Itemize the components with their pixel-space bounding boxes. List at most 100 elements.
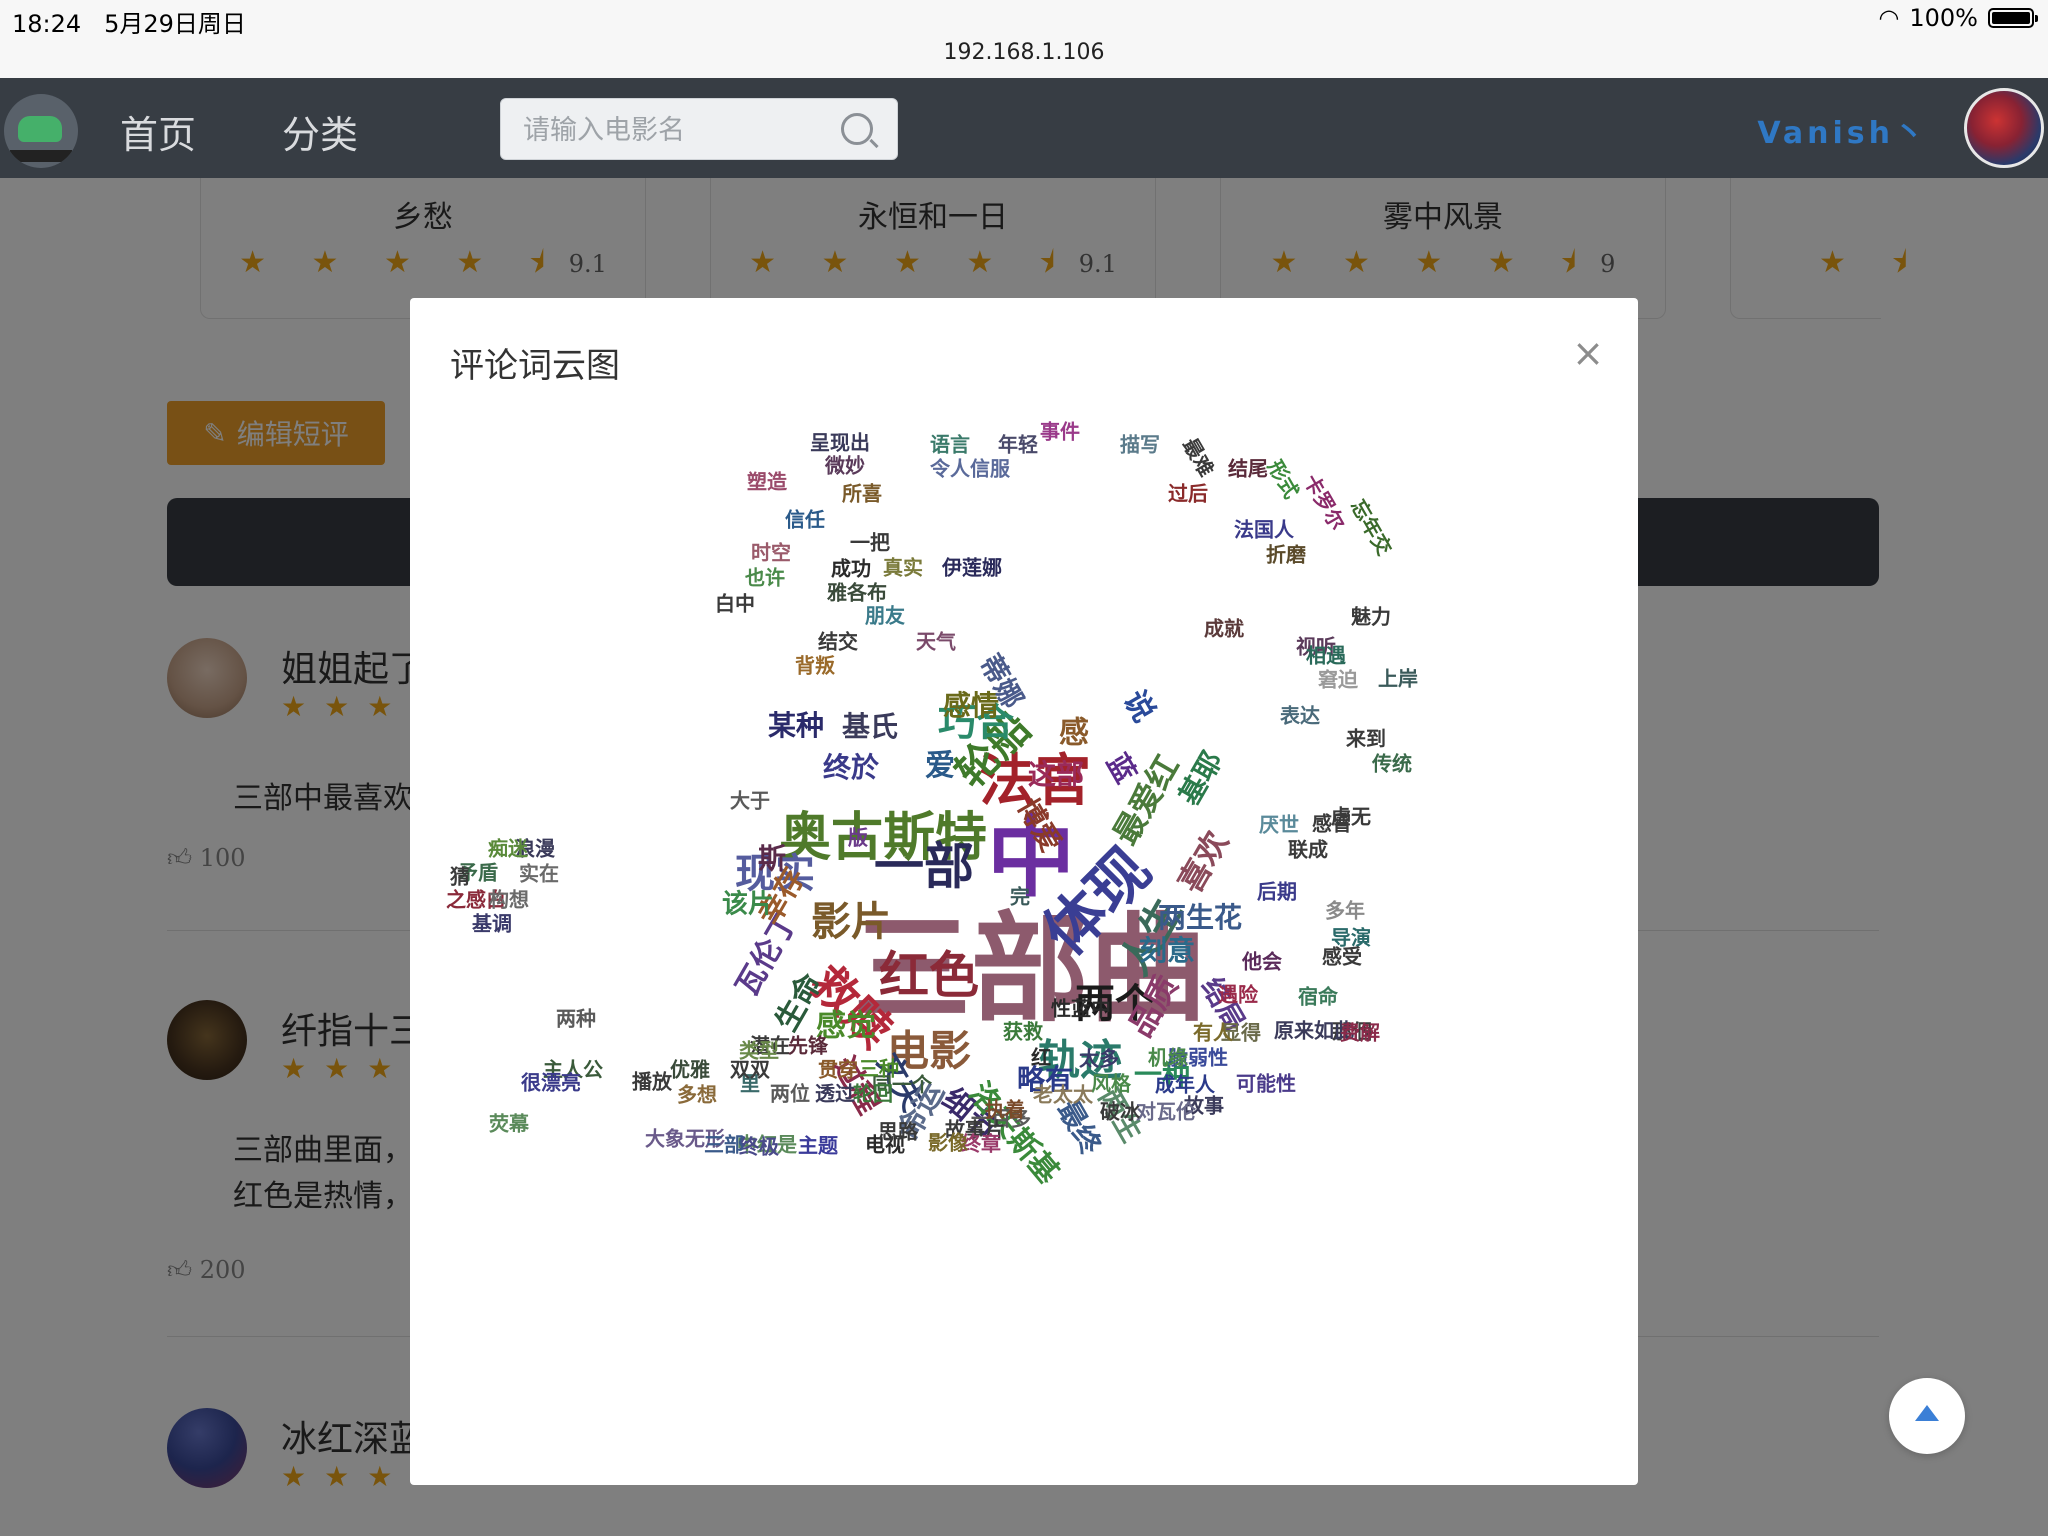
top-nav: 首页 分类 Vanish丶 (0, 78, 2048, 178)
nav-category[interactable]: 分类 (282, 104, 358, 159)
wordcloud-word: 描写 (1120, 433, 1160, 457)
wordcloud-word: 来到 (1345, 727, 1386, 751)
wordcloud-word: 费解 (1340, 1021, 1380, 1045)
wordcloud-word: 相遇 (1306, 644, 1346, 668)
wordcloud-word: 结交 (818, 630, 858, 654)
wordcloud-word: 时空 (751, 541, 791, 565)
wordcloud-word: 可能性 (1236, 1072, 1296, 1096)
wordcloud-word: 一把 (850, 531, 890, 555)
wordcloud-word: 荧幕 (489, 1112, 530, 1136)
wordcloud-word: 联成 (1288, 838, 1328, 862)
battery-icon (1988, 8, 2038, 28)
wordcloud-word: 形式 (1263, 456, 1304, 503)
wordcloud-word: 先锋 (788, 1034, 829, 1058)
username[interactable]: Vanish丶 (1757, 108, 1928, 152)
wordcloud-word: 思路 (878, 1120, 919, 1144)
wordcloud-word: 雅各布 (827, 581, 887, 605)
wordcloud-word: 终於 (823, 751, 879, 784)
wordcloud-word: 主题 (798, 1134, 839, 1158)
wordcloud-word: 爱 (925, 749, 955, 784)
wordcloud-word: 遇险 (1218, 983, 1259, 1007)
wordcloud-word: 基调 (472, 912, 512, 936)
wordcloud-word: 最难 (1178, 434, 1219, 481)
wordcloud-word: 折磨 (1266, 543, 1306, 567)
wordcloud-word: 基耶 (1172, 746, 1229, 811)
wordcloud-word: 太多 (1079, 1047, 1119, 1071)
wordcloud-word: 影像 (928, 1131, 969, 1155)
wordcloud-word: 成功 (831, 557, 871, 581)
address-bar[interactable]: 192.168.1.106 (0, 40, 2048, 65)
wordcloud-word: 朋友 (865, 604, 905, 628)
status-time: 18:24 5月29日周日 (12, 10, 246, 38)
wordcloud-word: 语言 (930, 433, 970, 457)
wordcloud-word: 老太太 (1033, 1083, 1094, 1107)
wordcloud-word: 厌世 (1259, 813, 1299, 837)
wordcloud-word: 传统 (1371, 752, 1412, 776)
wordcloud-word: 对瓦伦 (1136, 1100, 1197, 1124)
wordcloud-word: 呈现出 (810, 431, 870, 455)
status-bar: 18:24 5月29日周日 ◠ 100% 192.168.1.106 (0, 0, 2048, 78)
nav-home[interactable]: 首页 (120, 104, 196, 159)
wordcloud-word: 该片 (722, 889, 774, 920)
wordcloud-word: 贯穿 (818, 1058, 858, 1082)
wordcloud-word: 三部 (704, 1133, 744, 1157)
wordcloud-word: 红色 (879, 947, 979, 1005)
close-icon[interactable]: × (1572, 334, 1604, 372)
wordcloud-word: 过后 (1168, 482, 1208, 506)
wordcloud-modal: 三部曲中奥古斯特 法官 体现 一部 红色 救赎 轮船 现实 电影 轨迹 两个 影片 巧合 人生 最爱红 喜欢品… (410, 298, 1638, 1485)
wordcloud-word: 两位 (770, 1082, 810, 1106)
wordcloud-word: 塑造 (747, 470, 788, 494)
wordcloud-word: 微妙 (824, 454, 865, 478)
wordcloud-word: 刻意 (1139, 934, 1195, 967)
wordcloud-word: 多想 (677, 1083, 717, 1107)
wordcloud-word: 两生花 (1158, 901, 1242, 934)
wordcloud-word: 宿命 (1298, 985, 1339, 1009)
wordcloud-word: 猜 (449, 865, 470, 889)
wordcloud-word: 忘年交 (1346, 495, 1397, 559)
wordcloud-word: 类型 (739, 1039, 779, 1063)
wordcloud-word: 轮回 (853, 1082, 893, 1106)
wordcloud-word: 获救 (1003, 1020, 1043, 1044)
wordcloud-word: 也许 (745, 566, 785, 590)
wordcloud-word: 两种 (556, 1007, 596, 1031)
wordcloud-word: 背叛 (795, 654, 835, 678)
wordcloud-word: 影片 (811, 899, 891, 945)
wordcloud-word: 透过 (815, 1082, 855, 1106)
site-logo[interactable] (4, 94, 78, 168)
wordcloud-word: 播放 (632, 1070, 673, 1094)
wordcloud-word: 性蓝中 (1051, 997, 1111, 1021)
battery-label: 100% (1909, 4, 1978, 32)
status-right: ◠ 100% (1878, 4, 2038, 32)
user-avatar[interactable] (1964, 88, 2044, 168)
wordcloud-word: 说 (1116, 685, 1161, 728)
wordcloud-word: 构想 (489, 888, 529, 912)
wordcloud-word: 完 (1010, 885, 1030, 909)
wordcloud-word: 这部 (1028, 758, 1084, 791)
back-to-top-button[interactable] (1889, 1378, 1965, 1454)
wordcloud-word: 感冒 (1312, 812, 1352, 836)
search-icon[interactable] (841, 113, 873, 145)
wordcloud-word: 结尾 (1228, 457, 1268, 481)
wordcloud-word: 某种 (768, 709, 824, 742)
wordcloud-word: 卡罗尔 (1299, 470, 1350, 534)
wordcloud-word: 魅力 (1351, 605, 1391, 629)
wordcloud-word: 大于 (730, 789, 770, 813)
wordcloud-word: 上岸 (1378, 667, 1418, 691)
wordcloud-image: 三部曲中奥古斯特法官体现一部红色救赎轮船现实电影 轨迹两个影片巧合人生最爱红喜欢品… (446, 420, 1418, 1191)
wordcloud-word: 一部 (874, 838, 974, 896)
search-input[interactable] (521, 109, 825, 151)
wordcloud-word: 感 (1059, 716, 1089, 751)
wordcloud-word: 年轻 (998, 433, 1038, 457)
wordcloud-word: 所喜 (842, 482, 882, 506)
wifi-icon: ◠ (1878, 4, 1900, 32)
wordcloud-word: 喜欢 (1171, 824, 1236, 899)
search-box (500, 98, 898, 160)
wordcloud-word: 终极 (739, 1135, 780, 1159)
wordcloud-word: 斯 (758, 842, 786, 875)
wordcloud-word: 伊莲娜 (941, 556, 1002, 580)
wordcloud-word: 三种 (859, 1057, 899, 1081)
wordcloud-word: 风格 (1091, 1072, 1132, 1096)
wordcloud-word: 很漂亮 (521, 1071, 581, 1095)
wordcloud-word: 基氏 (842, 710, 898, 743)
wordcloud-word: 白中 (715, 592, 755, 616)
